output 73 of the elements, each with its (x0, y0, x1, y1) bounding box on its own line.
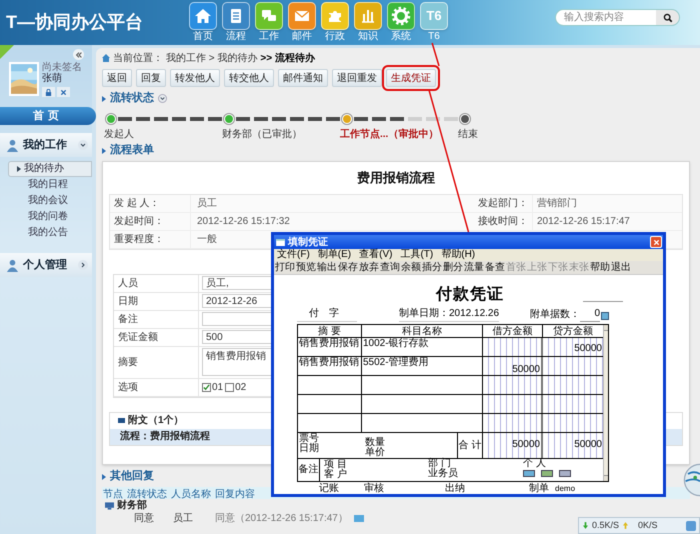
attachment-title: 附文（1个） (128, 414, 184, 428)
signature-label: 记账 (319, 483, 339, 494)
field-label: 发起时间： (113, 214, 165, 228)
table-cell-text: 同意（2012-12-26 15:17:47） (214, 512, 348, 526)
section-title: 流转状态 (110, 90, 154, 106)
field-label: 重要程度： (113, 232, 165, 246)
field-label: 人员 (114, 274, 199, 292)
field-label: 备注 (114, 310, 199, 328)
step-label: 结束 (458, 128, 479, 139)
step-label: 发起人 (104, 128, 135, 139)
column-header: 贷方金额 (552, 325, 594, 337)
app-title: T—协同办公平台 (6, 11, 144, 34)
nav-tile-label: T6 (426, 7, 442, 26)
checkbox-label: 01 (212, 380, 224, 394)
field-label: 票号 (299, 434, 320, 444)
breadcrumb-label: 当前位置： (113, 52, 163, 66)
breadcrumb-current: >> 流程待办 (260, 51, 315, 66)
user-name: 张萌 (42, 73, 63, 85)
section-title: 流程表单 (110, 142, 154, 158)
download-speed: 0.5K/S (592, 518, 620, 532)
field-value: 营销部门 (532, 194, 682, 212)
attachment-count: 0 (580, 306, 600, 322)
field-value: 2012-12-26 15:17:47 (532, 212, 682, 230)
table-cell: 销售费用报销 (298, 357, 362, 375)
field-label: 发起部门： (477, 196, 529, 210)
checkbox-label: 02 (235, 380, 246, 394)
field-label: 备注 (298, 459, 320, 481)
signature-label: 制单 (529, 483, 549, 494)
field-label: 数量 (365, 438, 385, 448)
column-header: 节点 (102, 488, 123, 499)
field-label: 日期 (114, 292, 199, 310)
attachment-count-label: 附单据数： (530, 308, 580, 322)
field-label: 接收时间： (477, 214, 529, 228)
voucher-title: 付款凭证 (436, 284, 504, 305)
field-value: 2012-12-26 15:17:32 (190, 212, 380, 230)
table-cell: 1002-银行存款 (362, 338, 483, 356)
group-name: 财务部 (117, 498, 147, 512)
field-label: 业务员 (428, 469, 458, 479)
signature-label: 审核 (364, 483, 384, 494)
field-label: 摘要 (114, 346, 199, 378)
sidebar-section-title: 个人管理 (23, 258, 68, 273)
form-title: 费用报销流程 (356, 169, 436, 187)
sidebar-item-label: 我的待办 (24, 162, 64, 176)
signature-label: 出纳 (445, 483, 465, 494)
sidebar-section-title: 我的工作 (23, 138, 68, 153)
upload-speed: 0K/S (638, 518, 658, 532)
field-label: 凭证金额 (114, 328, 199, 346)
step-label: 财务部（已审批） (222, 128, 303, 139)
signature-value: demo (555, 483, 576, 494)
table-cell: 销售费用报销 (298, 338, 362, 356)
column-header: 科目名称 (362, 325, 483, 337)
field-label: 客 户 (324, 470, 347, 480)
table-cell: 5502-管理费用 (362, 357, 483, 375)
table-cell-text: 员工 (172, 512, 194, 526)
column-header: 摘 要 (298, 325, 362, 337)
field-label: 选项 (114, 378, 199, 396)
dialog-title: 填制凭证 (288, 236, 328, 248)
field-label: 发 起 人： (113, 196, 161, 210)
field-label: 项 目 (324, 460, 347, 470)
section-title: 其他回复 (110, 468, 154, 484)
column-header: 流转状态 (127, 488, 168, 499)
column-header: 人员名称 (170, 488, 212, 499)
field-label: 日期 (299, 444, 320, 454)
step-label: 工作节点...（审批中） (340, 127, 440, 139)
user-signature: 尚未签名 (42, 62, 82, 73)
voucher-type: 付 字 (297, 306, 357, 322)
table-cell-text: 同意 (133, 512, 155, 526)
total-label: 合 计 (458, 433, 483, 458)
field-label: 单价 (365, 448, 385, 458)
column-header: 回复内容 (214, 488, 255, 499)
column-header: 借方金额 (483, 325, 543, 337)
field-value: 员工 (190, 194, 380, 212)
voucher-date: 制单日期：2012.12.26 (399, 306, 500, 322)
